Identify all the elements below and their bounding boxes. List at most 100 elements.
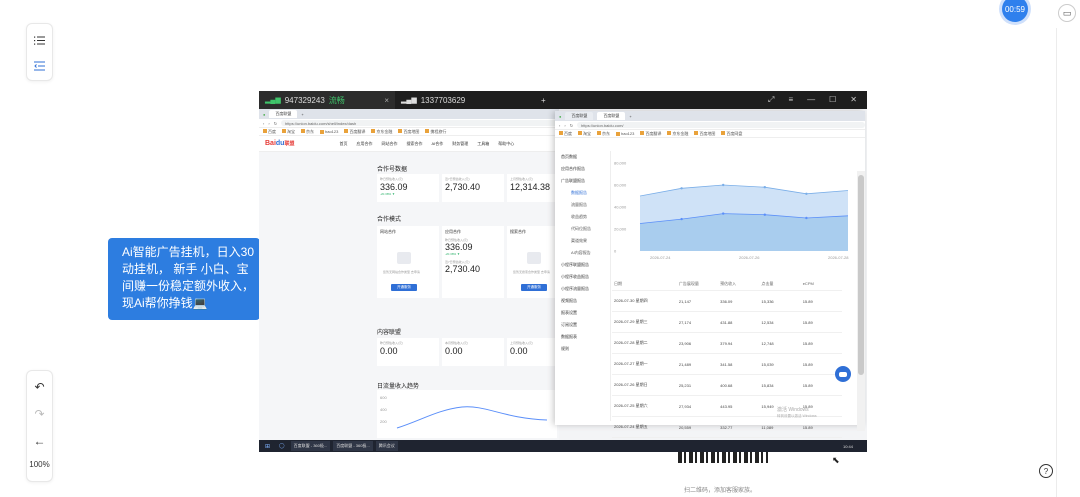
nav-item[interactable]: 网站合作 <box>381 141 397 147</box>
refresh-icon[interactable]: ↻ <box>570 123 573 128</box>
y-tick-label: 80,000 <box>614 161 627 166</box>
bookmark-item[interactable]: 京东金融 <box>667 131 688 137</box>
bookmark-item[interactable]: 淘宝 <box>578 131 591 137</box>
data-point[interactable] <box>805 192 808 195</box>
column-header[interactable]: 点击量 <box>759 281 800 287</box>
forward-icon[interactable]: › <box>268 121 269 126</box>
sidebar-item[interactable]: 小程序收益报告 <box>555 271 610 283</box>
refresh-icon[interactable]: ↻ <box>274 121 277 126</box>
chat-icon[interactable]: ▭ <box>1058 4 1076 22</box>
nav-item[interactable]: 帮助中心 <box>498 141 514 147</box>
windows-start-icon[interactable]: ⊞ <box>262 441 273 451</box>
sidebar-item[interactable]: 报表设置 <box>555 307 610 319</box>
data-point[interactable] <box>722 183 725 187</box>
bookmark-item[interactable]: 京东 <box>301 129 314 135</box>
bookmark-item[interactable]: 京东金融 <box>371 129 392 135</box>
nav-item[interactable]: 搜索合作 <box>406 141 422 147</box>
bookmark-item[interactable]: 携程旅行 <box>425 129 446 135</box>
sidebar-item[interactable]: 规则 <box>555 343 610 355</box>
outline-icon[interactable] <box>30 56 50 76</box>
sidebar-item[interactable]: 代码位报告 <box>555 223 610 235</box>
remote-tab-2[interactable]: ▂▄▆ 1337703629 <box>395 91 531 109</box>
bookmark-item[interactable]: 百度地图 <box>694 131 715 137</box>
bottom-toolbar: ↶ ↷ ← 100% <box>26 370 53 482</box>
back-icon[interactable]: ‹ <box>263 121 264 126</box>
nav-item[interactable]: 应用合作 <box>356 141 372 147</box>
browser-tab[interactable]: 百度联盟 <box>269 110 298 118</box>
sidebar-item[interactable]: 小程序联盟报告 <box>555 259 610 271</box>
taskbar-item[interactable]: 百度联盟 - 360极... <box>333 441 373 451</box>
bookmark-item[interactable]: 百度地图 <box>398 129 419 135</box>
new-tab-button[interactable]: + <box>629 114 631 119</box>
browser-tab[interactable]: 百度联盟 <box>597 112 626 120</box>
new-tab-button[interactable]: + <box>301 112 303 117</box>
sidebar-item[interactable]: 广告联盟报告 <box>555 175 610 187</box>
column-header[interactable]: 日期 <box>612 281 677 287</box>
open-service-button[interactable]: 开通服务 <box>521 284 547 291</box>
menu-icon[interactable]: ≡ <box>788 95 793 105</box>
sidebar-item[interactable]: 数据报告 <box>555 187 610 199</box>
column-header[interactable]: eCPM <box>801 281 842 286</box>
back-arrow-icon[interactable]: ← <box>30 431 50 451</box>
sidebar-item[interactable]: 应用合作报告 <box>555 163 610 175</box>
open-service-button[interactable]: 开通服务 <box>391 284 417 291</box>
data-point[interactable] <box>763 213 766 216</box>
close-window-icon[interactable]: ✕ <box>850 95 857 105</box>
fullscreen-icon[interactable]: ⤢ <box>768 95 774 105</box>
bookmark-item[interactable]: hao123 <box>320 129 338 134</box>
data-point[interactable] <box>680 187 683 190</box>
nav-item[interactable]: AI合作 <box>431 141 443 147</box>
bookmark-item[interactable]: 百度 <box>263 129 276 135</box>
help-icon[interactable]: ? <box>1039 464 1053 478</box>
url-input[interactable]: https://union.baidu.com/ <box>577 122 865 128</box>
redo-icon[interactable]: ↷ <box>30 404 50 424</box>
forward-icon[interactable]: › <box>564 123 565 128</box>
data-point[interactable] <box>680 217 683 221</box>
nav-item[interactable]: 财务管理 <box>452 141 468 147</box>
url-input[interactable]: https://union.baidu.com/shell/index/dash <box>281 120 559 126</box>
assistant-robot-icon[interactable] <box>835 366 851 382</box>
sidebar-item[interactable]: 收益趋势 <box>555 211 610 223</box>
taskbar-item[interactable]: 百度联盟 - 360极... <box>290 441 331 451</box>
scrollbar[interactable] <box>857 171 865 431</box>
bookmark-item[interactable]: 淘宝 <box>282 129 295 135</box>
column-header[interactable]: 预估收入 <box>718 281 759 287</box>
sidebar-item[interactable]: 订阅设置 <box>555 319 610 331</box>
maximize-icon[interactable]: ☐ <box>829 95 836 105</box>
data-point[interactable] <box>722 212 725 215</box>
bookmark-item[interactable]: 百度网盘 <box>721 131 742 137</box>
baidu-logo[interactable]: Baidu联盟 <box>265 140 294 147</box>
undo-icon[interactable]: ↶ <box>30 377 50 397</box>
sidebar-item[interactable]: AI内容报告 <box>555 247 610 259</box>
browser-tab[interactable]: 百度联盟 <box>565 112 594 120</box>
sidebar-item[interactable]: 首页数据 <box>555 151 610 163</box>
bookmark-item[interactable]: 百度 <box>559 131 572 137</box>
data-point[interactable] <box>805 216 808 220</box>
bookmark-item[interactable]: 百度翻译 <box>344 129 365 135</box>
zoom-level[interactable]: 100% <box>29 460 49 469</box>
nav-item[interactable]: 首页 <box>339 141 347 147</box>
data-point[interactable] <box>763 186 766 189</box>
sidebar-item[interactable]: 视频报告 <box>555 295 610 307</box>
sidebar-item[interactable]: 小程序流量报告 <box>555 283 610 295</box>
nav-item[interactable]: 工具箱 <box>477 141 489 147</box>
sidebar-item[interactable]: 数据报表 <box>555 331 610 343</box>
column-header[interactable]: 广告展现量 <box>677 281 718 287</box>
list-icon[interactable] <box>30 30 50 50</box>
timer-badge[interactable]: 00:59 <box>1002 0 1028 22</box>
taskbar-item[interactable]: 腾讯会议 <box>375 441 398 451</box>
remote-tab-1[interactable]: ▂▄▆ 947329243 流畅 × <box>259 91 395 109</box>
minimize-icon[interactable]: — <box>807 95 815 105</box>
browser-tabs: ● 百度联盟 + <box>259 109 559 119</box>
scrollbar-thumb[interactable] <box>858 175 864 375</box>
bookmark-item[interactable]: 百度翻译 <box>640 131 661 137</box>
table-cell: 2026-07-28 星期二 <box>614 340 648 345</box>
back-icon[interactable]: ‹ <box>559 123 560 128</box>
add-tab-button[interactable]: + <box>541 96 546 105</box>
search-icon[interactable]: ◯ <box>276 441 288 451</box>
bookmark-item[interactable]: 京东 <box>597 131 610 137</box>
sidebar-item[interactable]: 流量报告 <box>555 199 610 211</box>
sidebar-item[interactable]: 渠道效果 <box>555 235 610 247</box>
bookmark-item[interactable]: hao123 <box>616 131 634 136</box>
close-icon[interactable]: × <box>384 96 389 105</box>
